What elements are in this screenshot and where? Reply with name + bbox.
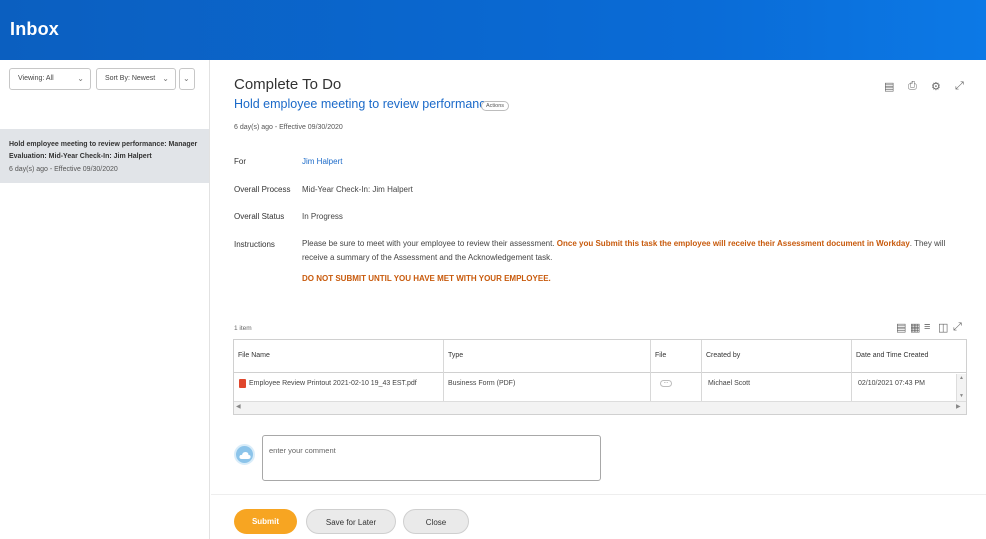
sort-select-label: Sort By: Newest — [105, 75, 156, 82]
comment-input[interactable]: enter your comment — [262, 435, 601, 481]
column-divider — [851, 340, 852, 401]
instructions-label: Instructions — [234, 240, 275, 249]
viewing-select[interactable]: Viewing: All ⌄ — [9, 68, 91, 90]
task-meta: 6 day(s) ago - Effective 09/30/2020 — [234, 124, 343, 131]
sort-select[interactable]: Sort By: Newest ⌄ — [96, 68, 176, 90]
column-divider — [443, 340, 444, 401]
column-header-file-name[interactable]: File Name — [238, 352, 270, 359]
item-count: 1 item — [234, 325, 252, 332]
horizontal-scrollbar[interactable]: ◀ ▶ — [234, 401, 966, 414]
file-name-link[interactable]: Employee Review Printout 2021-02-10 19_4… — [249, 380, 417, 387]
instructions-highlight: Once you Submit this task the employee w… — [556, 239, 910, 248]
overall-status-label: Overall Status — [234, 212, 285, 221]
instructions-text: Please be sure to meet with your employe… — [302, 237, 972, 265]
inbox-item-subtitle: 6 day(s) ago - Effective 09/30/2020 — [9, 166, 118, 173]
for-value-link[interactable]: Jim Halpert — [302, 157, 342, 166]
app-header: Inbox — [0, 0, 986, 60]
instructions-warning: DO NOT SUBMIT UNTIL YOU HAVE MET WITH YO… — [302, 274, 551, 283]
footer-divider — [211, 494, 986, 495]
gear-icon[interactable]: ⚙ — [931, 80, 941, 93]
overall-status-value: In Progress — [302, 212, 343, 221]
column-header-created-by[interactable]: Created by — [706, 352, 740, 359]
expand-icon[interactable]: ⤢ — [953, 321, 962, 334]
chevron-down-icon: ⌄ — [77, 74, 84, 83]
instructions-part1: Please be sure to meet with your employe… — [302, 239, 557, 248]
scroll-right-icon[interactable]: ▶ — [956, 403, 961, 410]
overall-process-value: Mid-Year Check-In: Jim Halpert — [302, 185, 413, 194]
created-by-cell: Michael Scott — [708, 380, 751, 387]
column-header-type[interactable]: Type — [448, 352, 463, 359]
scroll-down-icon[interactable]: ▼ — [959, 393, 964, 399]
save-for-later-button[interactable]: Save for Later — [306, 509, 396, 534]
attachments-table: File Name Type File Created by Date and … — [233, 339, 967, 415]
overall-process-label: Overall Process — [234, 185, 291, 194]
chevron-down-icon: ⌄ — [162, 74, 169, 83]
file-options-button[interactable]: ··· — [660, 380, 672, 387]
viewing-select-label: Viewing: All — [18, 75, 54, 82]
expand-icon[interactable]: ⤢ — [955, 80, 964, 93]
column-header-date-created[interactable]: Date and Time Created — [856, 352, 928, 359]
scroll-left-icon[interactable]: ◀ — [236, 403, 241, 410]
filter-icon[interactable]: ≡ — [924, 321, 930, 333]
print-icon[interactable]: ⎙ — [908, 80, 917, 93]
columns-icon[interactable]: ◫ — [938, 321, 948, 334]
cloud-avatar-icon — [234, 444, 255, 465]
task-detail-panel: Complete To Do Hold employee meeting to … — [211, 60, 986, 539]
actions-button[interactable]: Actions — [481, 101, 510, 111]
inbox-list-item[interactable]: Hold employee meeting to review performa… — [0, 129, 209, 183]
column-divider — [701, 340, 702, 401]
pdf-export-icon[interactable]: ▦ — [910, 321, 920, 334]
excel-export-icon[interactable]: ▤ — [884, 80, 894, 93]
for-label: For — [234, 157, 246, 166]
file-type-cell: Business Form (PDF) — [448, 380, 516, 387]
filter-options-button[interactable]: ⌄ — [179, 68, 195, 90]
inbox-sidebar: Viewing: All ⌄ Sort By: Newest ⌄ ⌄ Hold … — [0, 60, 210, 539]
page-title: Complete To Do — [234, 76, 342, 93]
column-divider — [650, 340, 651, 401]
task-title-link[interactable]: Hold employee meeting to review performa… — [234, 97, 492, 111]
excel-export-icon[interactable]: ▤ — [896, 321, 906, 334]
created-at-cell: 02/10/2021 07:43 PM — [858, 380, 925, 387]
scroll-up-icon[interactable]: ▲ — [959, 375, 964, 381]
page-header-title: Inbox — [10, 19, 59, 39]
column-header-file[interactable]: File — [655, 352, 666, 359]
pdf-file-icon — [239, 379, 246, 388]
chevron-down-icon: ⌄ — [183, 74, 190, 83]
inbox-item-title: Hold employee meeting to review performa… — [9, 141, 198, 160]
close-button[interactable]: Close — [403, 509, 469, 534]
table-header: File Name Type File Created by Date and … — [234, 340, 966, 373]
vertical-scrollbar[interactable]: ▲ ▼ — [956, 374, 966, 401]
submit-button[interactable]: Submit — [234, 509, 297, 534]
